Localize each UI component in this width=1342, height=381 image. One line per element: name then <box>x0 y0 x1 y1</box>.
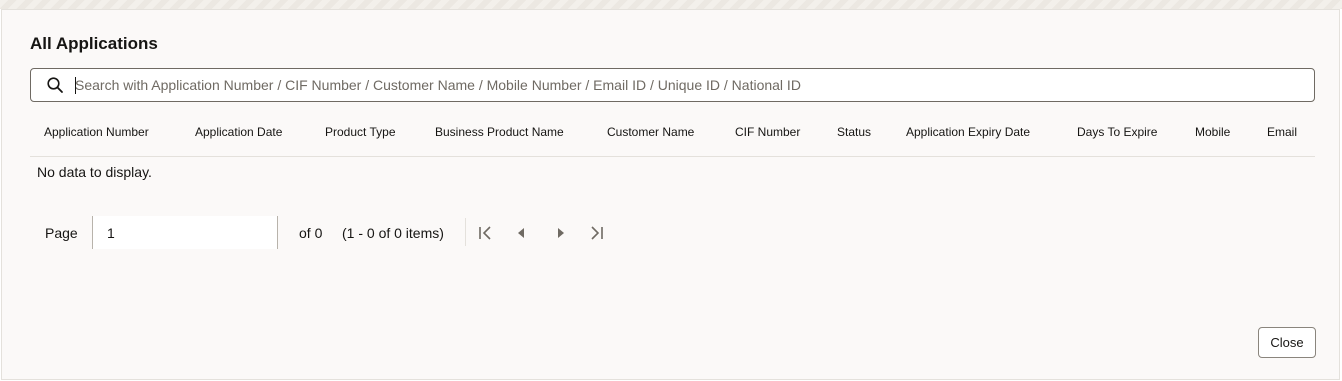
search-box[interactable] <box>30 68 1315 102</box>
next-page-icon[interactable] <box>551 223 571 243</box>
column-header-application-expiry-date[interactable]: Application Expiry Date <box>906 120 1030 144</box>
search-icon <box>46 76 64 94</box>
page-label: Page <box>45 225 78 241</box>
table-header: Application Number Application Date Prod… <box>30 120 1315 157</box>
last-page-icon[interactable] <box>586 223 606 243</box>
previous-page-icon[interactable] <box>511 223 531 243</box>
text-cursor <box>75 77 76 94</box>
column-header-mobile[interactable]: Mobile <box>1195 120 1230 144</box>
column-header-application-date[interactable]: Application Date <box>195 120 282 144</box>
search-input[interactable] <box>75 70 1295 100</box>
column-header-application-number[interactable]: Application Number <box>44 120 149 144</box>
all-applications-dialog: All Applications Application Number Appl… <box>1 9 1340 380</box>
dialog-title: All Applications <box>30 34 158 53</box>
column-header-product-type[interactable]: Product Type <box>325 120 396 144</box>
column-header-customer-name[interactable]: Customer Name <box>607 120 694 144</box>
column-header-business-product-name[interactable]: Business Product Name <box>435 120 564 144</box>
page-number-input[interactable] <box>92 216 278 249</box>
column-header-days-to-expire[interactable]: Days To Expire <box>1077 120 1157 144</box>
close-button[interactable]: Close <box>1258 327 1316 358</box>
empty-table-message: No data to display. <box>37 164 152 180</box>
backdrop-strip <box>0 0 1342 9</box>
column-header-status[interactable]: Status <box>837 120 871 144</box>
column-header-cif-number[interactable]: CIF Number <box>735 120 800 144</box>
item-range-label: (1 - 0 of 0 items) <box>342 225 444 241</box>
first-page-icon[interactable] <box>476 223 496 243</box>
pager-divider <box>465 218 466 246</box>
page-count-label: of 0 <box>299 225 323 241</box>
column-header-email[interactable]: Email <box>1267 120 1297 144</box>
